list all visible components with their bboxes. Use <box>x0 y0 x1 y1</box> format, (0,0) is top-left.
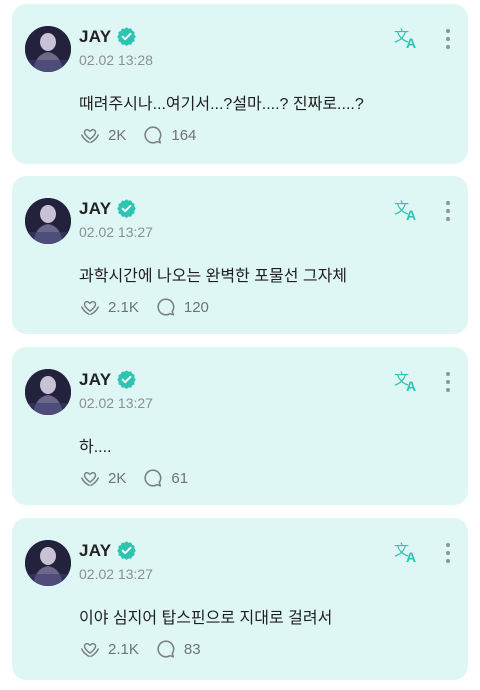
svg-text:A: A <box>406 35 416 50</box>
comment-button[interactable]: 61 <box>142 467 188 489</box>
post-stats: 2.1K 83 <box>79 638 217 660</box>
verified-badge-icon <box>117 199 136 218</box>
verified-badge-icon <box>117 27 136 46</box>
post-card[interactable]: JAY 02.02 13:28 文A 때려주시나...여기서...?설마....… <box>12 4 468 164</box>
like-button[interactable]: 2.1K <box>79 296 139 318</box>
comment-button[interactable]: 83 <box>155 638 201 660</box>
comment-bubble-icon <box>157 298 175 316</box>
translate-icon[interactable]: 文A <box>394 198 420 222</box>
like-count: 2K <box>108 469 127 487</box>
comment-count: 61 <box>171 469 189 487</box>
post-text: 하.... <box>79 439 112 456</box>
avatar[interactable] <box>25 198 71 244</box>
comment-button[interactable]: 120 <box>155 296 209 318</box>
more-vertical-icon[interactable] <box>444 200 452 222</box>
more-vertical-icon[interactable] <box>444 371 452 393</box>
svg-text:A: A <box>406 549 416 564</box>
post-stats: 2K 61 <box>79 467 204 489</box>
author-name[interactable]: JAY <box>79 370 111 390</box>
like-button[interactable]: 2.1K <box>79 638 139 660</box>
post-stats: 2.1K 120 <box>79 296 225 318</box>
comment-bubble-icon <box>144 126 162 144</box>
like-button[interactable]: 2K <box>79 124 126 146</box>
like-button[interactable]: 2K <box>79 467 126 489</box>
verified-badge-icon <box>117 370 136 389</box>
comment-bubble-icon <box>144 469 162 487</box>
like-count: 2.1K <box>108 298 139 316</box>
post-timestamp: 02.02 13:28 <box>79 52 153 68</box>
translate-icon[interactable]: 文A <box>394 369 420 393</box>
comment-bubble-icon <box>157 640 175 658</box>
author-name[interactable]: JAY <box>79 199 111 219</box>
author-name[interactable]: JAY <box>79 541 111 561</box>
heart-hands-icon <box>81 642 99 658</box>
author-name[interactable]: JAY <box>79 27 111 47</box>
verified-badge-icon <box>117 541 136 560</box>
like-count: 2.1K <box>108 640 139 658</box>
post-card[interactable]: JAY 02.02 13:27 文A 이야 심지어 탑스핀으로 지대로 걸려서 … <box>12 518 468 680</box>
heart-hands-icon <box>81 128 99 144</box>
post-text: 이야 심지어 탑스핀으로 지대로 걸려서 <box>79 610 333 627</box>
comment-button[interactable]: 164 <box>142 124 196 146</box>
post-feed: JAY 02.02 13:28 文A 때려주시나...여기서...?설마....… <box>0 0 480 690</box>
svg-text:A: A <box>406 378 416 393</box>
more-vertical-icon[interactable] <box>444 542 452 564</box>
post-timestamp: 02.02 13:27 <box>79 395 153 411</box>
post-stats: 2K 164 <box>79 124 212 146</box>
avatar[interactable] <box>25 369 71 415</box>
like-count: 2K <box>108 126 127 144</box>
heart-hands-icon <box>81 300 99 316</box>
comment-count: 120 <box>183 298 209 316</box>
more-vertical-icon[interactable] <box>444 28 452 50</box>
avatar[interactable] <box>25 26 71 72</box>
post-timestamp: 02.02 13:27 <box>79 224 153 240</box>
post-card[interactable]: JAY 02.02 13:27 文A 과학시간에 나오는 완벽한 포물선 그자체… <box>12 176 468 334</box>
translate-icon[interactable]: 文A <box>394 26 420 50</box>
post-text: 때려주시나...여기서...?설마....? 진짜로....? <box>79 96 364 113</box>
comment-count: 83 <box>183 640 201 658</box>
heart-hands-icon <box>81 471 99 487</box>
translate-icon[interactable]: 文A <box>394 540 420 564</box>
post-card[interactable]: JAY 02.02 13:27 文A 하.... 2K 61 <box>12 347 468 505</box>
post-timestamp: 02.02 13:27 <box>79 566 153 582</box>
post-text: 과학시간에 나오는 완벽한 포물선 그자체 <box>79 268 348 285</box>
avatar[interactable] <box>25 540 71 586</box>
svg-text:A: A <box>406 207 416 222</box>
comment-count: 164 <box>171 126 197 144</box>
